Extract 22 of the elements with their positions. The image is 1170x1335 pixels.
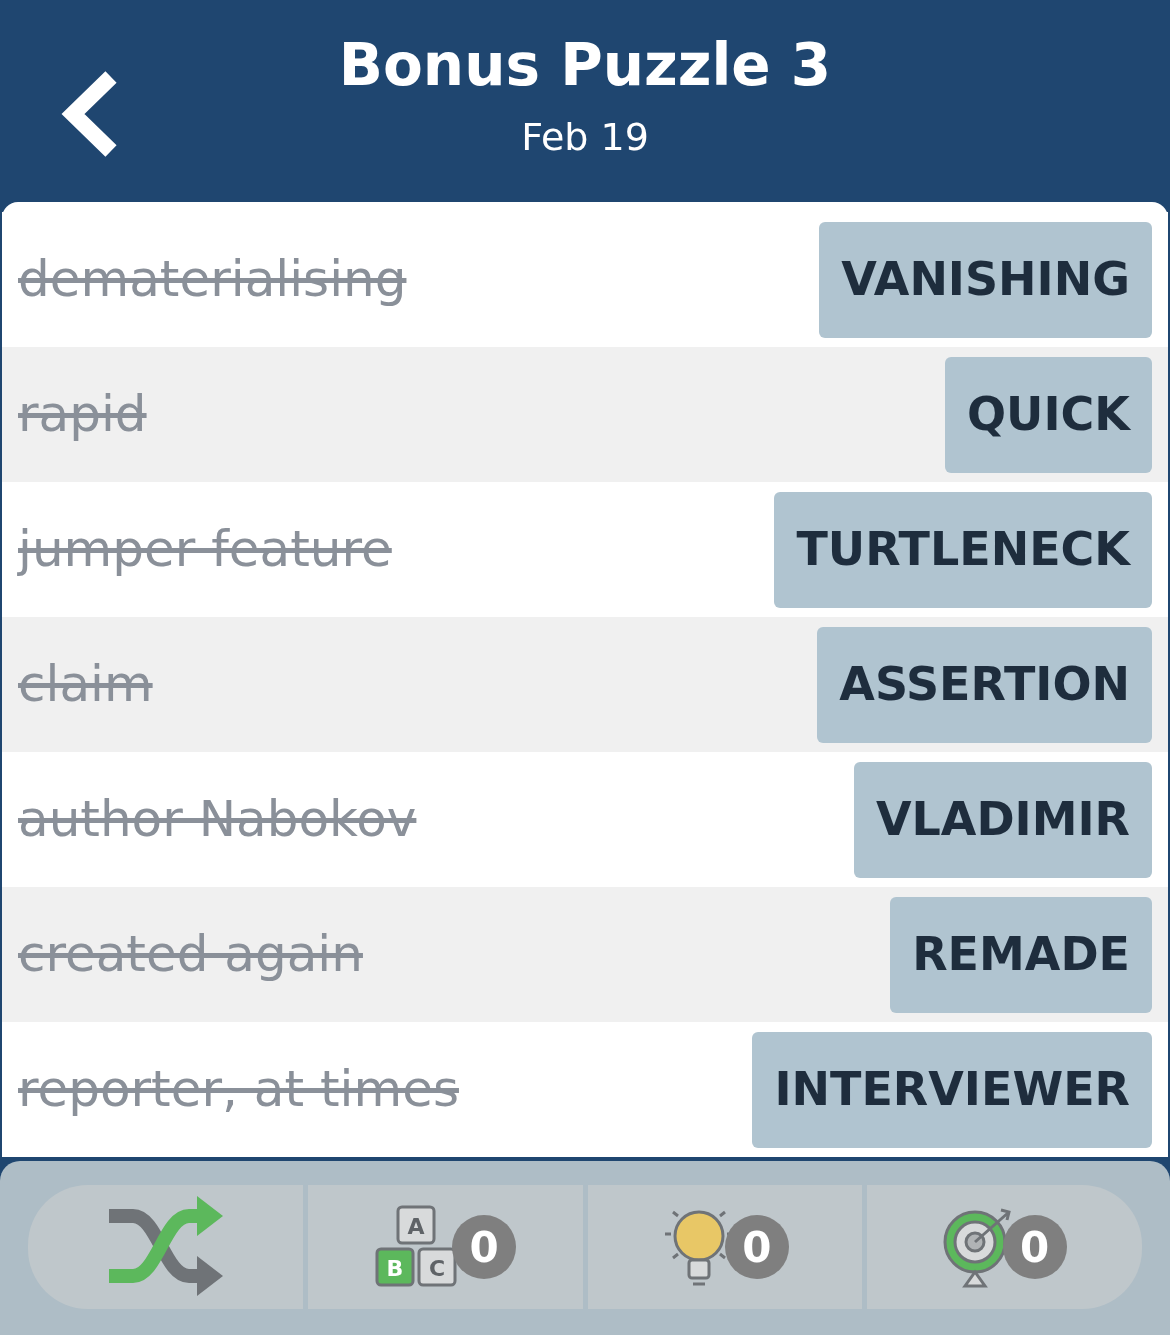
hint-button[interactable]: 0 [582,1185,863,1309]
clue-text: dematerialising [18,249,407,310]
letters-button[interactable]: A B C 0 [302,1185,583,1309]
answer-tile: REMADE [890,896,1152,1013]
clue-text: author Nabokov [18,789,417,850]
clue-text: created again [18,924,363,985]
target-button[interactable]: 0 [862,1185,1142,1309]
answer-tile: VLADIMIR [853,761,1152,878]
clue-text: rapid [18,384,147,445]
answer-tile: INTERVIEWER [752,1031,1152,1148]
clue-text: claim [18,654,153,715]
clue-text: jumper feature [18,519,392,580]
count-badge: 0 [1002,1215,1067,1279]
count-badge: 0 [452,1215,517,1279]
answer-tile: ASSERTION [817,626,1152,743]
count-badge: 0 [724,1215,789,1279]
answer-tile: QUICK [945,356,1152,473]
clue-text: reporter, at times [18,1059,459,1120]
answer-tile: TURTLENECK [774,491,1152,608]
puzzle-date: Feb 19 [521,118,649,156]
answer-tile: VANISHING [819,221,1152,338]
puzzle-title: Bonus Puzzle 3 [338,36,832,94]
